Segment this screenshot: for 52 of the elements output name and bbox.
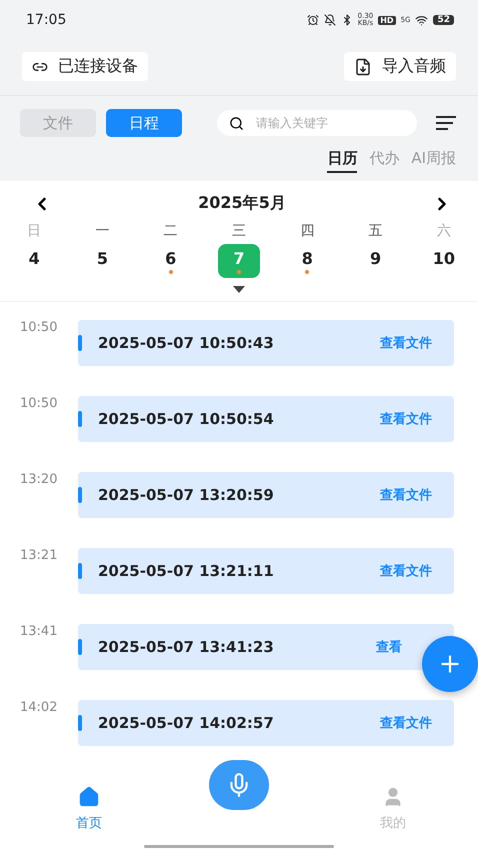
schedule-card[interactable]: 2025-05-07 13:41:23 查看 xyxy=(78,624,454,670)
weekday-label: 一 xyxy=(95,222,110,240)
calendar-day[interactable]: 9 xyxy=(354,244,397,278)
calendar-day[interactable]: 4 xyxy=(13,244,56,278)
record-title: 2025-05-07 13:41:23 xyxy=(98,638,274,656)
tab[interactable]: 日程 xyxy=(106,109,182,137)
weekday-label: 六 xyxy=(436,222,451,240)
weekday-label: 日 xyxy=(27,222,42,240)
file-download-icon xyxy=(354,58,372,76)
calendar-day[interactable]: 8 xyxy=(286,244,328,278)
add-button[interactable] xyxy=(422,636,478,692)
time-label: 13:41 xyxy=(20,624,58,639)
record-title: 2025-05-07 13:20:59 xyxy=(98,486,274,504)
battery-indicator: 52 xyxy=(433,15,454,25)
calendar-day[interactable]: 5 xyxy=(81,244,124,278)
search-icon xyxy=(229,116,244,130)
nav-item[interactable]: 首页 xyxy=(76,780,102,850)
time-label: 13:21 xyxy=(20,548,58,563)
time-label: 13:20 xyxy=(20,472,58,487)
view-tab[interactable]: 日历 xyxy=(327,149,358,173)
schedule-card[interactable]: 2025-05-07 10:50:43 查看文件 xyxy=(78,320,454,366)
microphone-button[interactable] xyxy=(209,760,269,810)
time-label: 10:50 xyxy=(20,396,58,411)
expand-caret-icon[interactable] xyxy=(233,286,245,293)
status-time: 17:05 xyxy=(26,12,66,28)
record-title: 2025-05-07 14:02:57 xyxy=(98,714,274,732)
wifi-icon xyxy=(415,14,428,26)
home-icon xyxy=(78,786,100,808)
hd-indicator: HD xyxy=(378,16,396,24)
weekday-label: 五 xyxy=(368,222,383,240)
schedule-card[interactable]: 2025-05-07 13:21:11 查看文件 xyxy=(78,548,454,594)
search-input[interactable]: 请输入关键字 xyxy=(254,115,398,131)
calendar-day[interactable]: 10 xyxy=(422,244,465,278)
record-title: 2025-05-07 10:50:43 xyxy=(98,334,274,352)
month-title: 2025年5月 xyxy=(198,193,286,214)
connected-device-button[interactable]: 已连接设备 xyxy=(22,52,148,81)
mute-icon xyxy=(324,14,336,26)
search-field[interactable]: 请输入关键字 xyxy=(217,110,417,136)
time-label: 14:02 xyxy=(20,700,58,715)
weekday-label: 三 xyxy=(232,222,246,240)
calendar-day[interactable]: 6 xyxy=(150,244,192,278)
menu-icon[interactable] xyxy=(436,116,456,130)
record-title: 2025-05-07 13:21:11 xyxy=(98,562,274,580)
weekday-label: 二 xyxy=(164,222,178,240)
import-audio-button[interactable]: 导入音频 xyxy=(344,52,456,81)
weekday-label: 四 xyxy=(300,222,314,240)
alarm-icon xyxy=(306,14,319,26)
schedule-card[interactable]: 2025-05-07 14:02:57 查看文件 xyxy=(78,700,454,746)
schedule-card[interactable]: 2025-05-07 10:50:54 查看文件 xyxy=(78,396,454,442)
record-title: 2025-05-07 10:50:54 xyxy=(98,410,274,428)
schedule-card[interactable]: 2025-05-07 13:20:59 查看文件 xyxy=(78,472,454,518)
time-label: 10:50 xyxy=(20,320,58,335)
